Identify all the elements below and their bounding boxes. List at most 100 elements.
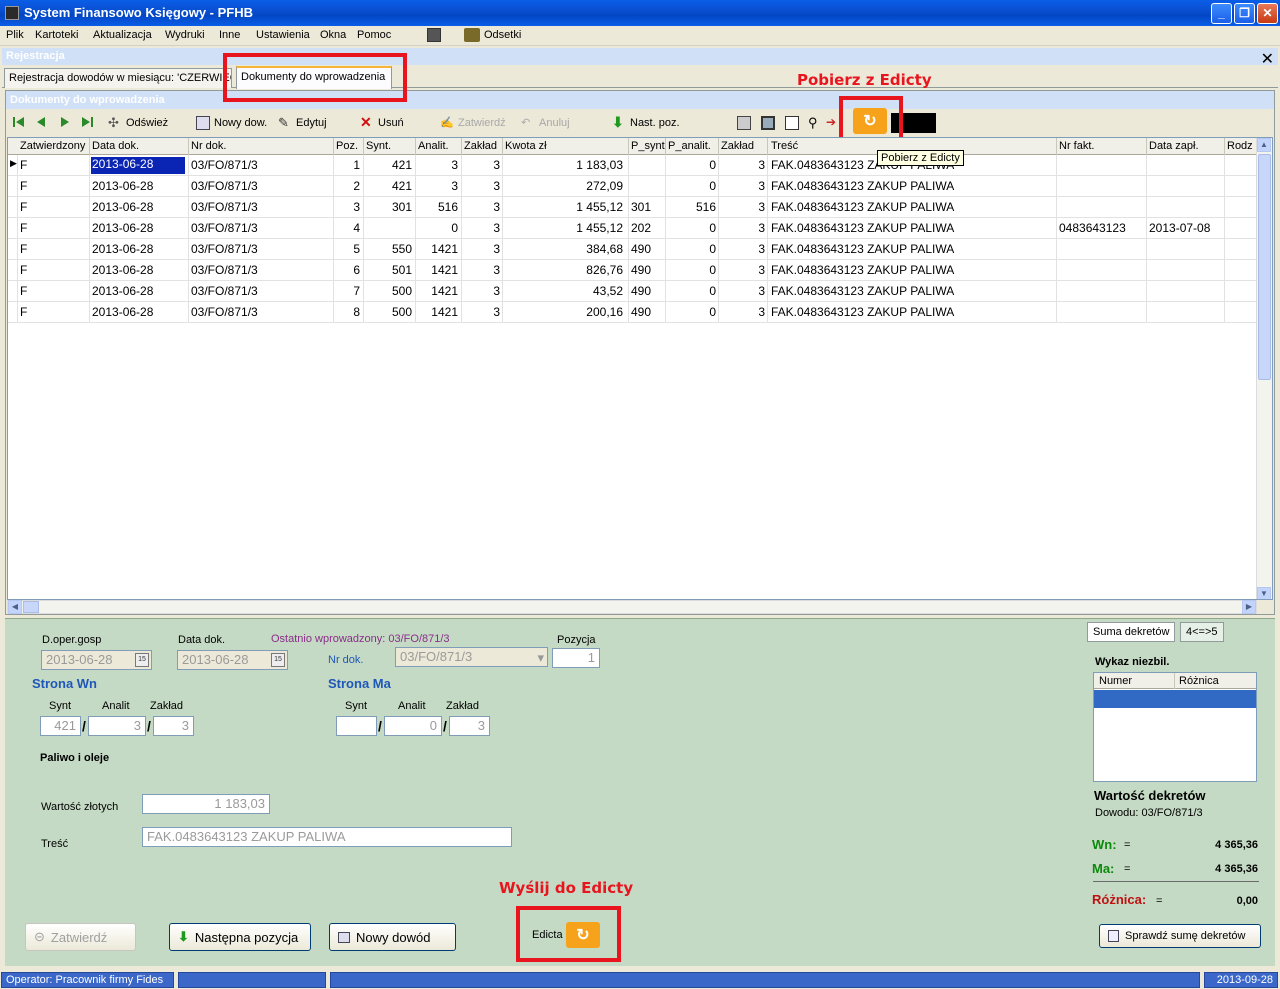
- table-row[interactable]: F 2013-06-28 03/FO/871/3 7 500 1421 3 43,52 490 0…: [8, 281, 1258, 302]
- delete-button[interactable]: ✕ Usuń: [360, 113, 404, 133]
- grid-vertical-scrollbar[interactable]: ▲ ▼: [1256, 138, 1272, 599]
- table-cell[interactable]: 202: [631, 221, 663, 235]
- table-cell[interactable]: 3: [721, 284, 765, 298]
- col-data-zapl[interactable]: Data zapł.: [1149, 140, 1199, 152]
- table-cell[interactable]: 0: [668, 263, 716, 277]
- doper-field[interactable]: 2013-06-28 15: [41, 650, 152, 670]
- table-cell[interactable]: 2013-06-28: [91, 157, 185, 174]
- calendar-icon[interactable]: 15: [135, 653, 149, 667]
- window-title-bar[interactable]: System Finansowo Księgowy - PFHB _ ❐ ✕: [0, 0, 1280, 26]
- wartosc-field[interactable]: 1 183,03: [142, 794, 270, 814]
- table-cell[interactable]: F: [20, 284, 80, 298]
- scroll-down-icon[interactable]: ▼: [1257, 587, 1271, 599]
- menu-inne[interactable]: Inne: [219, 29, 240, 41]
- table-cell[interactable]: 200,16: [505, 305, 623, 319]
- menu-plik[interactable]: Plik: [6, 29, 24, 41]
- table-cell[interactable]: 2: [336, 179, 360, 193]
- table-cell[interactable]: 0: [668, 284, 716, 298]
- table-cell[interactable]: 384,68: [505, 242, 623, 256]
- table-cell[interactable]: F: [20, 221, 80, 235]
- pozycja-field[interactable]: 1: [552, 648, 600, 668]
- wn-synt-field[interactable]: 421: [40, 716, 81, 736]
- menu-wydruki[interactable]: Wydruki: [165, 29, 205, 41]
- table-cell[interactable]: 490: [631, 284, 663, 298]
- table-cell[interactable]: 43,52: [505, 284, 623, 298]
- next-position-button[interactable]: ⬇ Nast. poz.: [612, 113, 680, 133]
- table-view-button[interactable]: [785, 113, 799, 133]
- table-cell[interactable]: FAK.0483643123 ZAKUP PALIWA: [771, 179, 1056, 193]
- table-cell[interactable]: 3: [721, 200, 765, 214]
- last-record-icon[interactable]: [80, 115, 94, 129]
- table-cell[interactable]: 2013-06-28: [92, 200, 186, 214]
- table-cell[interactable]: 500: [366, 284, 412, 298]
- table-cell[interactable]: 3: [721, 221, 765, 235]
- col-tresc[interactable]: Treść: [771, 140, 798, 152]
- table-cell[interactable]: 4: [336, 221, 360, 235]
- table-cell[interactable]: 03/FO/871/3: [191, 221, 331, 235]
- table-cell[interactable]: 3: [336, 200, 360, 214]
- minimize-button[interactable]: _: [1211, 3, 1232, 24]
- table-cell[interactable]: 03/FO/871/3: [191, 200, 331, 214]
- wn-analit-field[interactable]: 3: [88, 716, 146, 736]
- table-cell[interactable]: 0: [668, 158, 716, 172]
- table-cell[interactable]: 03/FO/871/3: [191, 179, 331, 193]
- table-cell[interactable]: 3: [418, 158, 458, 172]
- table-cell[interactable]: 550: [366, 242, 412, 256]
- screen-button[interactable]: [761, 113, 775, 133]
- table-cell[interactable]: 272,09: [505, 179, 623, 193]
- table-cell[interactable]: 2013-06-28: [92, 221, 186, 235]
- col-nr-fakt[interactable]: Nr fakt.: [1059, 140, 1094, 152]
- table-cell[interactable]: 03/FO/871/3: [191, 305, 331, 319]
- scroll-right-icon[interactable]: ▶: [1242, 600, 1256, 614]
- col-kwota[interactable]: Kwota zł: [505, 140, 547, 152]
- col-analit[interactable]: Analit.: [418, 140, 449, 152]
- confirm-button[interactable]: ⊝ Zatwierdź: [25, 923, 136, 951]
- table-cell[interactable]: 0483643123: [1059, 221, 1144, 235]
- tab-rejestracja[interactable]: Rejestracja dowodów w miesiącu: 'CZERWIE…: [4, 68, 232, 88]
- new-doc-button[interactable]: Nowy dow.: [196, 113, 267, 133]
- table-cell[interactable]: 1 455,12: [505, 200, 623, 214]
- col-poz[interactable]: Poz.: [336, 140, 358, 152]
- next-record-icon[interactable]: [58, 115, 72, 129]
- table-cell[interactable]: F: [20, 200, 80, 214]
- odsetki-icon[interactable]: [464, 28, 480, 42]
- table-cell[interactable]: 1 455,12: [505, 221, 623, 235]
- prev-record-icon[interactable]: [34, 115, 48, 129]
- table-cell[interactable]: 03/FO/871/3: [191, 263, 331, 277]
- table-row[interactable]: ▶ F 2013-06-28 03/FO/871/3 1 421 3 3 1 183,03 0 3 F…: [8, 155, 1258, 176]
- scroll-thumb[interactable]: [1258, 154, 1271, 380]
- confirm-toolbar-button[interactable]: ✍ Zatwierdź: [440, 113, 506, 133]
- exit-button[interactable]: ➔: [826, 113, 840, 133]
- scroll-left-icon[interactable]: ◀: [8, 600, 22, 614]
- table-cell[interactable]: 1421: [418, 263, 458, 277]
- table-cell[interactable]: 516: [418, 200, 458, 214]
- table-cell[interactable]: F: [20, 305, 80, 319]
- col-zaklad-2[interactable]: Zakład: [721, 140, 754, 152]
- table-cell[interactable]: 03/FO/871/3: [191, 284, 331, 298]
- table-row[interactable]: F 2013-06-28 03/FO/871/3 3 301 516 3 1 455,12 30…: [8, 197, 1258, 218]
- table-cell[interactable]: 7: [336, 284, 360, 298]
- print-button[interactable]: [737, 113, 751, 133]
- table-cell[interactable]: 3: [721, 305, 765, 319]
- table-cell[interactable]: 1 183,03: [505, 158, 623, 172]
- table-cell[interactable]: 490: [631, 263, 663, 277]
- table-row[interactable]: F 2013-06-28 03/FO/871/3 8 500 1421 3 200,16 490…: [8, 302, 1258, 323]
- table-cell[interactable]: 421: [366, 158, 412, 172]
- menu-kartoteki[interactable]: Kartoteki: [35, 29, 78, 41]
- wykaz-list[interactable]: Numer Różnica: [1093, 672, 1257, 782]
- col-p-synt[interactable]: P_synt: [631, 140, 665, 152]
- calendar-icon[interactable]: 15: [271, 653, 285, 667]
- next-position-form-button[interactable]: ⬇ Następna pozycja: [169, 923, 311, 951]
- table-cell[interactable]: 0: [668, 242, 716, 256]
- menu-odsetki[interactable]: Odsetki: [484, 29, 521, 41]
- first-record-icon[interactable]: [12, 115, 26, 129]
- wn-zaklad-field[interactable]: 3: [153, 716, 194, 736]
- table-cell[interactable]: FAK.0483643123 ZAKUP PALIWA: [771, 305, 1056, 319]
- ma-analit-field[interactable]: 0: [384, 716, 442, 736]
- table-cell[interactable]: 03/FO/871/3: [191, 242, 331, 256]
- table-cell[interactable]: F: [20, 242, 80, 256]
- new-document-button[interactable]: Nowy dowód: [329, 923, 456, 951]
- wykaz-selected-row[interactable]: [1094, 690, 1256, 708]
- table-cell[interactable]: 5: [336, 242, 360, 256]
- menu-pomoc[interactable]: Pomoc: [357, 29, 391, 41]
